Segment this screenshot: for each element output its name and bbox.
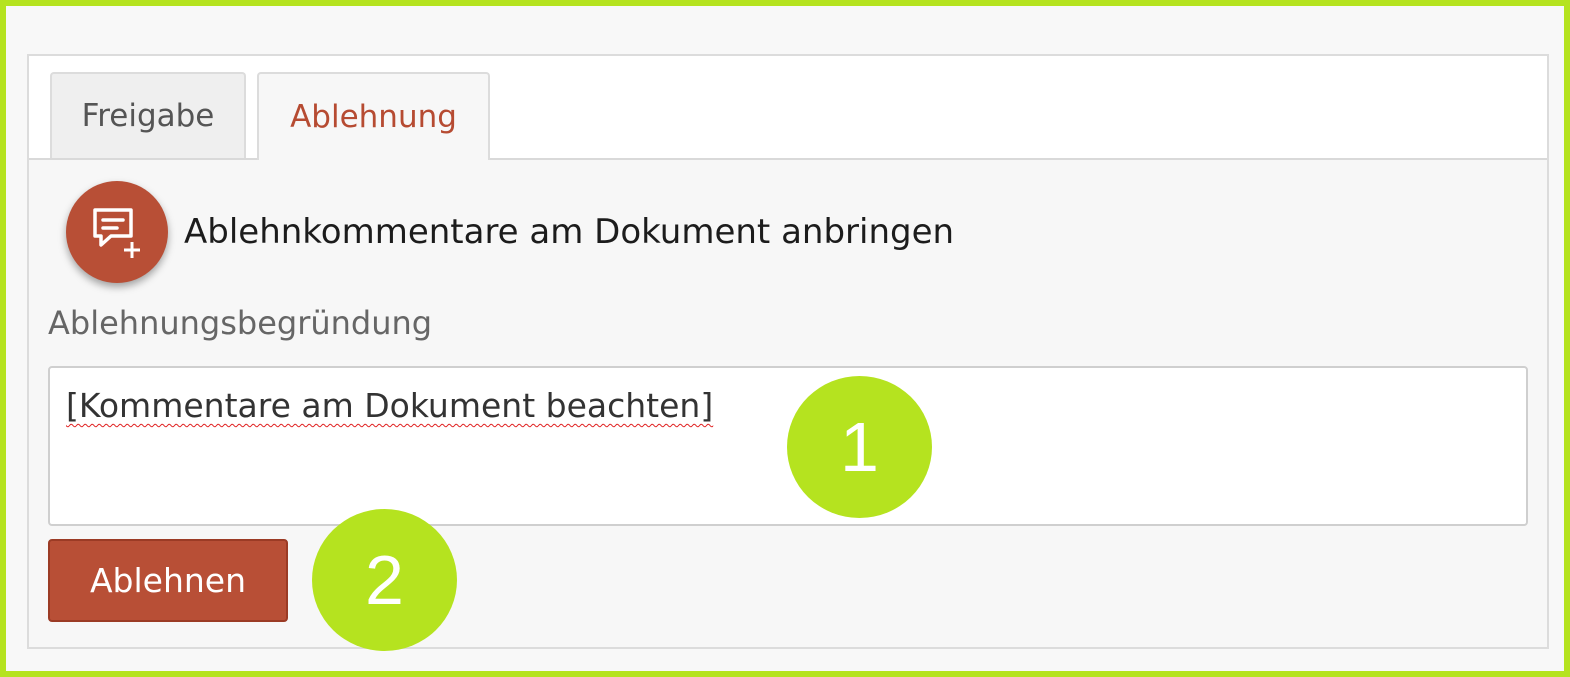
reject-button[interactable]: Ablehnen bbox=[48, 539, 288, 622]
tab-bar: Freigabe Ablehnung bbox=[29, 56, 1547, 162]
step-marker-2: 2 bbox=[312, 509, 457, 651]
add-comment-button[interactable] bbox=[66, 181, 168, 283]
annotation-frame: Freigabe Ablehnung Ablehnkommentare am D… bbox=[0, 0, 1570, 677]
comment-action-row: Ablehnkommentare am Dokument anbringen bbox=[66, 180, 954, 284]
tab-ablehnung[interactable]: Ablehnung bbox=[257, 72, 490, 162]
reason-label: Ablehnungsbegründung bbox=[48, 304, 433, 342]
reason-text: [Kommentare am Dokument beachten] bbox=[66, 386, 714, 425]
add-comment-label[interactable]: Ablehnkommentare am Dokument anbringen bbox=[184, 212, 954, 252]
approval-panel: Freigabe Ablehnung Ablehnkommentare am D… bbox=[27, 54, 1549, 649]
step-marker-1: 1 bbox=[787, 376, 932, 518]
tab-freigabe[interactable]: Freigabe bbox=[50, 72, 246, 158]
comment-add-icon bbox=[93, 208, 140, 258]
